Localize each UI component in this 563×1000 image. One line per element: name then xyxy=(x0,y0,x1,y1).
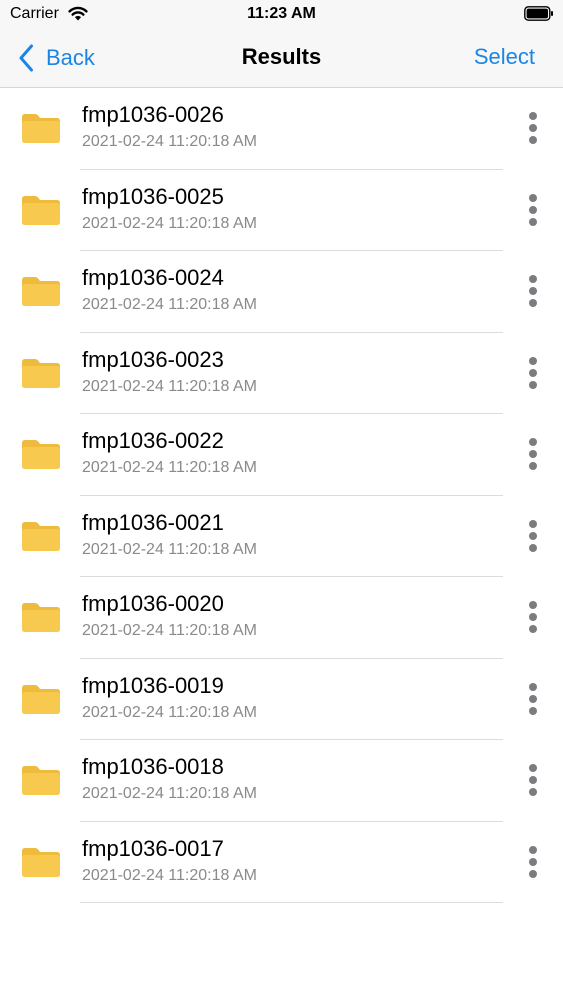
item-date: 2021-02-24 11:20:18 AM xyxy=(82,377,257,395)
list-item[interactable]: fmp1036-0021 2021-02-24 11:20:18 AM xyxy=(0,496,563,577)
more-options-icon[interactable] xyxy=(527,762,539,798)
item-name: fmp1036-0021 xyxy=(82,509,224,535)
more-options-icon[interactable] xyxy=(527,681,539,717)
more-options-icon[interactable] xyxy=(527,436,539,472)
item-date: 2021-02-24 11:20:18 AM xyxy=(82,622,257,639)
item-date: 2021-02-24 11:20:18 AM xyxy=(82,866,257,884)
more-options-icon[interactable] xyxy=(527,844,539,880)
folder-icon xyxy=(22,195,60,225)
folder-icon xyxy=(22,114,60,143)
status-time: 11:23 AM xyxy=(247,5,316,22)
list-item[interactable]: fmp1036-0017 2021-02-24 11:20:18 AM xyxy=(0,822,563,903)
item-date: 2021-02-24 11:20:18 AM xyxy=(82,214,257,232)
folder-icon xyxy=(22,847,60,877)
item-name: fmp1036-0019 xyxy=(82,672,224,698)
item-name: fmp1036-0026 xyxy=(82,102,224,127)
more-options-icon[interactable] xyxy=(527,273,539,309)
more-options-icon[interactable] xyxy=(527,355,539,391)
more-options-icon[interactable] xyxy=(527,518,539,554)
folder-icon xyxy=(22,521,60,551)
item-name: fmp1036-0017 xyxy=(82,835,224,861)
folder-icon xyxy=(22,603,60,632)
list-item[interactable]: fmp1036-0023 2021-02-24 11:20:18 AM xyxy=(0,333,563,414)
item-date: 2021-02-24 11:20:18 AM xyxy=(82,540,257,558)
folder-icon xyxy=(22,277,60,306)
more-options-icon[interactable] xyxy=(527,192,539,228)
item-name: fmp1036-0025 xyxy=(82,183,224,209)
list-item[interactable]: fmp1036-0019 2021-02-24 11:20:18 AM xyxy=(0,659,563,740)
status-bar: Carrier 11:23 AM xyxy=(0,0,563,30)
list-item[interactable]: fmp1036-0024 2021-02-24 11:20:18 AM xyxy=(0,251,563,333)
list-item[interactable]: fmp1036-0026 2021-02-24 11:20:18 AM xyxy=(0,88,563,170)
folder-icon xyxy=(22,358,60,388)
item-date: 2021-02-24 11:20:18 AM xyxy=(82,703,257,721)
results-list: fmp1036-0026 2021-02-24 11:20:18 AM fmp1… xyxy=(0,88,563,903)
item-name: fmp1036-0020 xyxy=(82,591,224,616)
item-name: fmp1036-0024 xyxy=(82,265,224,290)
item-name: fmp1036-0023 xyxy=(82,346,224,372)
item-date: 2021-02-24 11:20:18 AM xyxy=(82,296,257,313)
screen: Carrier 11:23 AM Back Results Select fmp… xyxy=(0,0,563,1000)
more-options-icon[interactable] xyxy=(527,110,539,146)
folder-icon xyxy=(22,440,60,469)
item-date: 2021-02-24 11:20:18 AM xyxy=(82,133,257,150)
list-item[interactable]: fmp1036-0025 2021-02-24 11:20:18 AM xyxy=(0,170,563,251)
item-name: fmp1036-0018 xyxy=(82,754,224,779)
list-item[interactable]: fmp1036-0022 2021-02-24 11:20:18 AM xyxy=(0,414,563,496)
list-item[interactable]: fmp1036-0018 2021-02-24 11:20:18 AM xyxy=(0,740,563,822)
more-options-icon[interactable] xyxy=(527,599,539,635)
row-divider xyxy=(80,902,503,903)
folder-icon xyxy=(22,766,60,795)
battery-icon xyxy=(524,6,553,21)
select-button[interactable]: Select xyxy=(474,44,535,70)
item-name: fmp1036-0022 xyxy=(82,428,224,453)
folder-icon xyxy=(22,684,60,714)
list-item[interactable]: fmp1036-0020 2021-02-24 11:20:18 AM xyxy=(0,577,563,659)
item-date: 2021-02-24 11:20:18 AM xyxy=(82,785,257,802)
navigation-bar: Back Results Select xyxy=(0,30,563,88)
item-date: 2021-02-24 11:20:18 AM xyxy=(82,459,257,476)
